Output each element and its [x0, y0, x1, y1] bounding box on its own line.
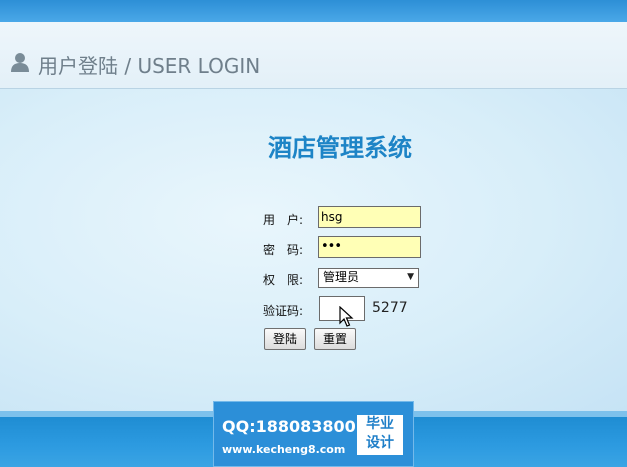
- top-bar: [0, 0, 627, 22]
- password-input[interactable]: •••: [318, 236, 421, 258]
- watermark-url: www.kecheng8.com: [222, 443, 346, 456]
- role-select[interactable]: 管理员 ▼: [318, 268, 419, 288]
- system-title: 酒店管理系统: [268, 134, 412, 162]
- watermark-badge-line2: 设计: [366, 435, 394, 451]
- watermark-qq: QQ:188083800: [222, 417, 356, 436]
- role-select-value: 管理员: [323, 270, 360, 284]
- page-header: 用户登陆 / USER LOGIN: [0, 22, 627, 89]
- captcha-code: 5277: [372, 300, 408, 316]
- page-header-title: 用户登陆 / USER LOGIN: [38, 54, 261, 78]
- role-label: 权 限:: [263, 273, 304, 287]
- watermark-badge: 毕业 设计: [357, 415, 403, 455]
- dropdown-arrow-icon: ▼: [407, 272, 414, 282]
- reset-button[interactable]: 重置: [314, 328, 356, 350]
- password-label: 密 码:: [263, 243, 304, 257]
- watermark: QQ:188083800 www.kecheng8.com 毕业 设计: [213, 401, 414, 467]
- captcha-label: 验证码:: [263, 304, 304, 318]
- mouse-cursor-icon: [339, 306, 354, 327]
- user-icon: [11, 53, 29, 72]
- watermark-badge-line1: 毕业: [366, 416, 394, 432]
- login-button[interactable]: 登陆: [264, 328, 306, 350]
- username-label: 用 户:: [263, 213, 304, 227]
- username-input[interactable]: hsg: [318, 206, 421, 228]
